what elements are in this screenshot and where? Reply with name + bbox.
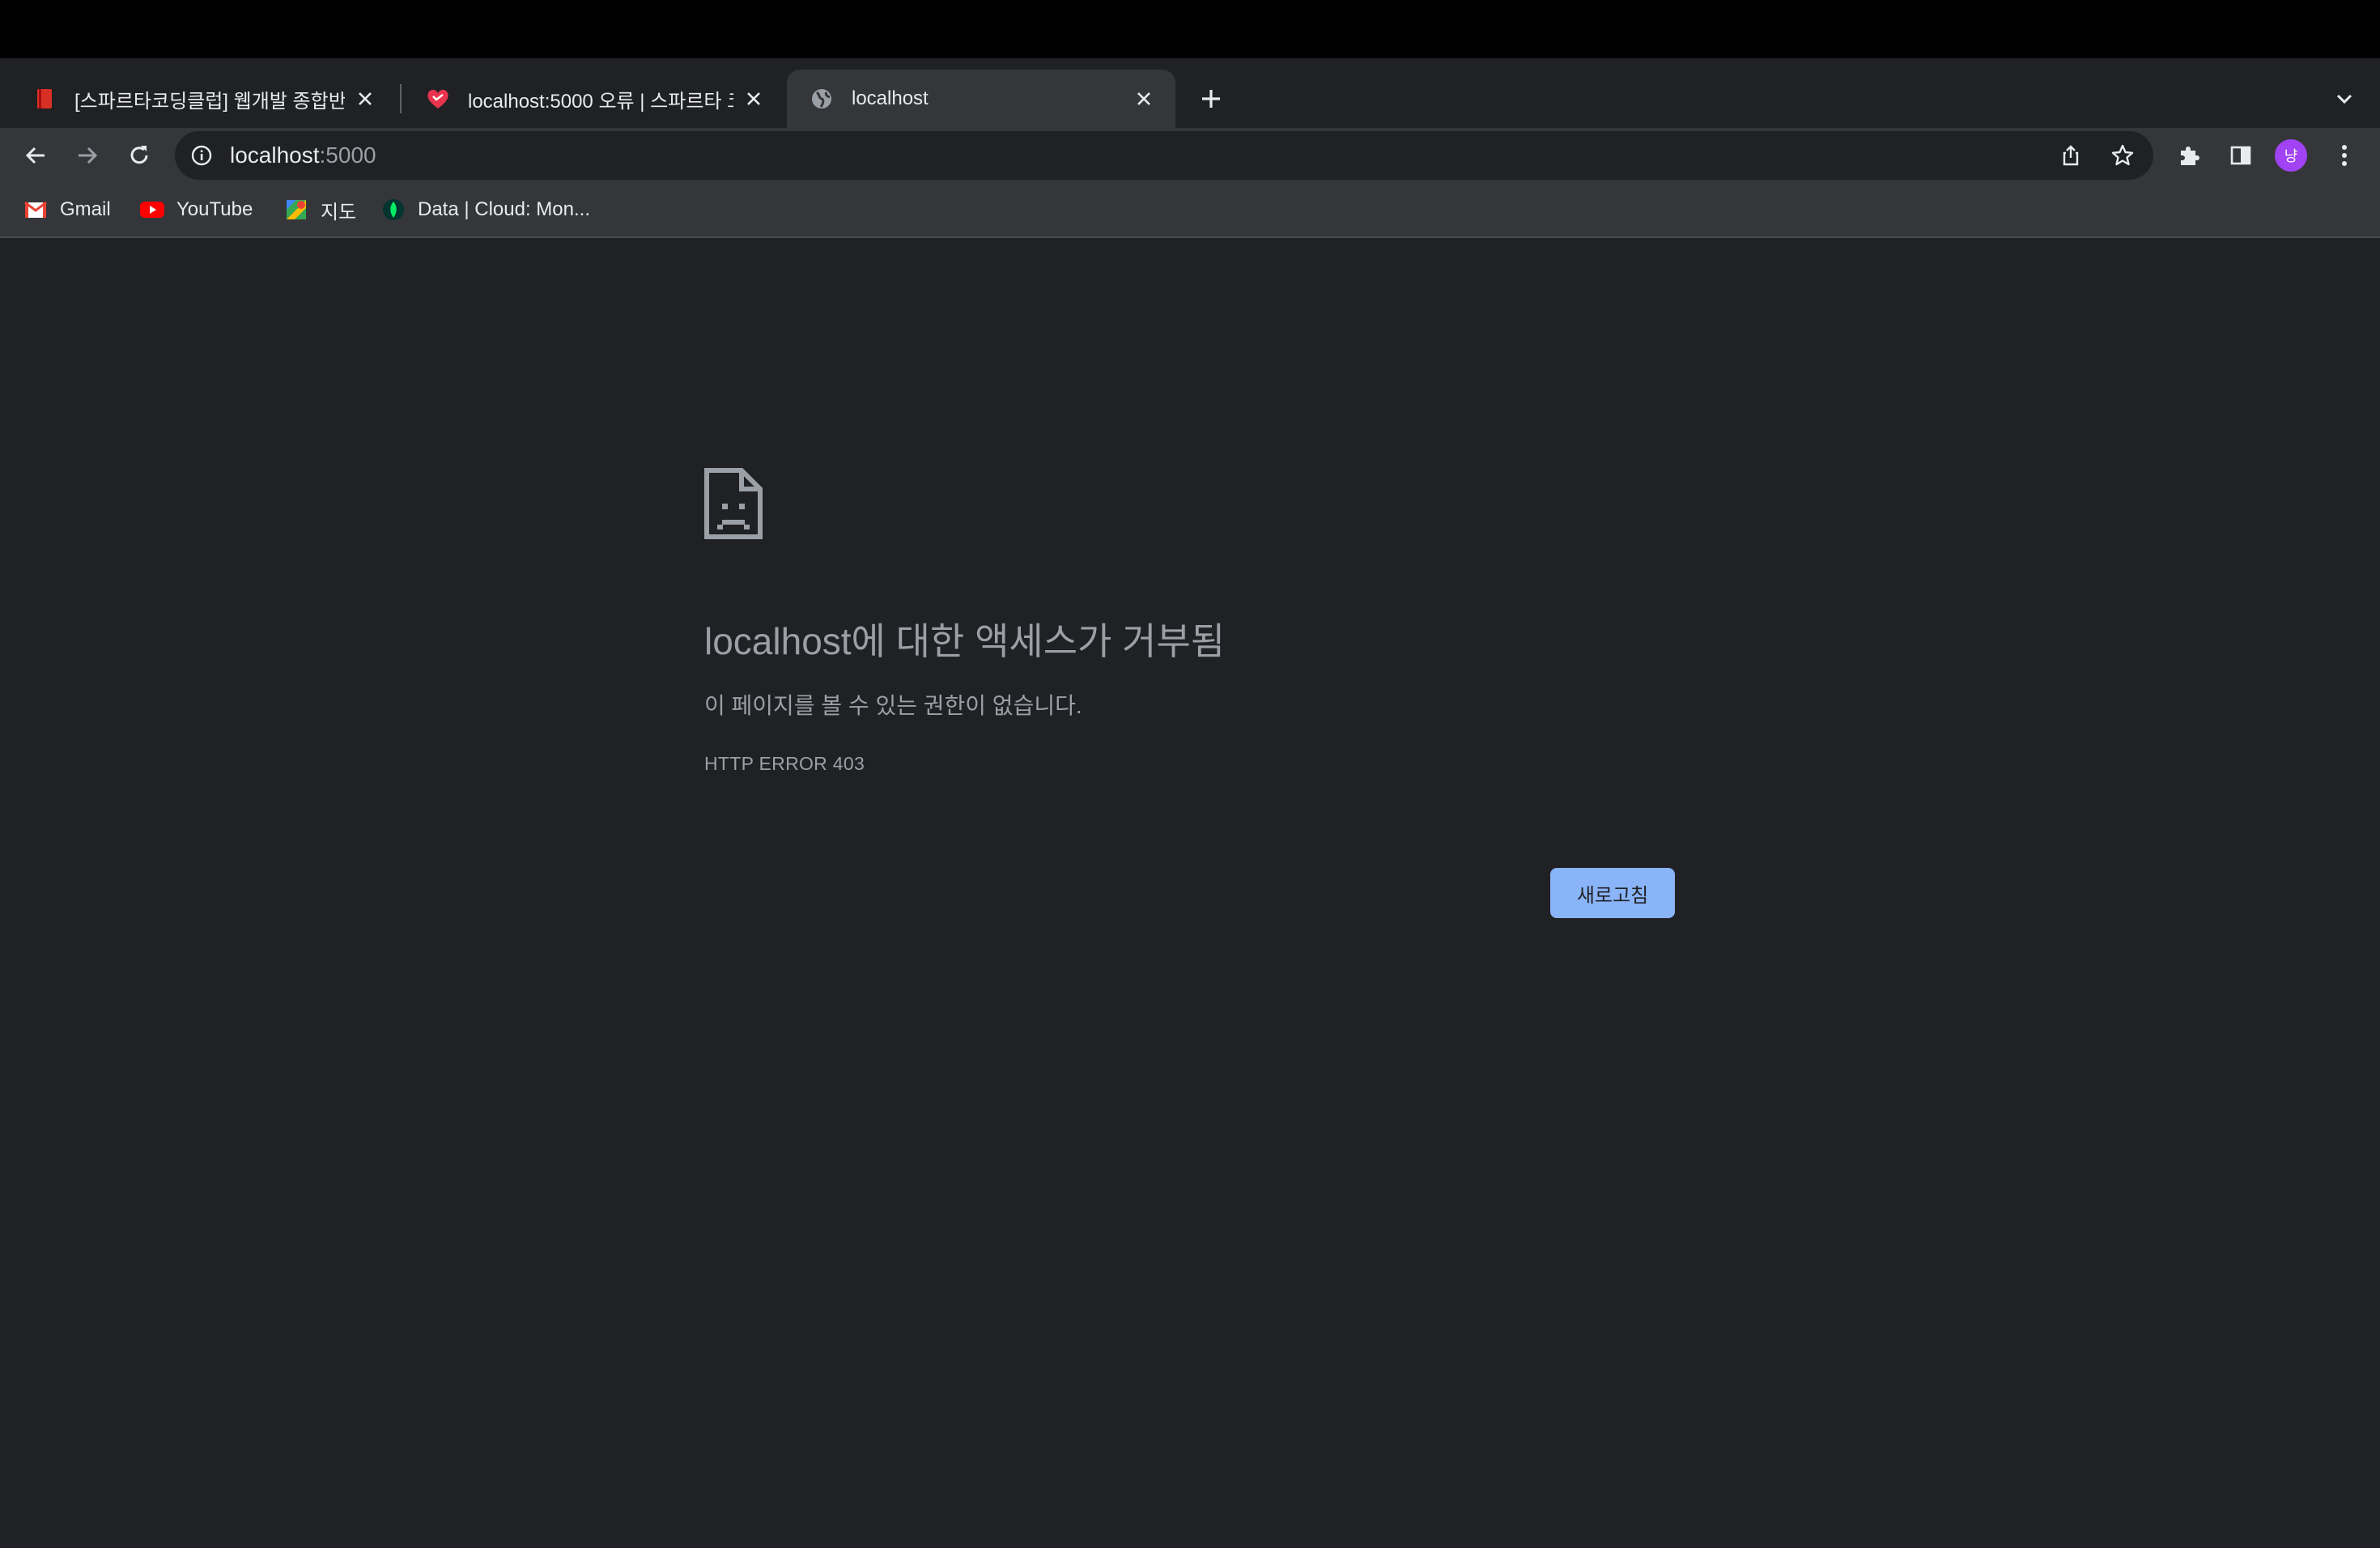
url-port: :5000 xyxy=(319,142,376,168)
extensions-puzzle-icon[interactable] xyxy=(2173,139,2205,172)
side-panel-icon[interactable] xyxy=(2225,139,2257,172)
error-message: 이 페이지를 볼 수 있는 권한이 없습니다. xyxy=(704,693,1082,718)
tab-title: [스파르타코딩클럽] 웹개발 종합반 - xyxy=(74,90,345,113)
browser-toolbar: localhost:5000 냥 xyxy=(0,128,2380,183)
close-icon[interactable] xyxy=(1132,87,1156,111)
bookmark-label: Data | Cloud: Mon... xyxy=(418,198,590,220)
globe-icon xyxy=(810,87,834,111)
more-menu-icon[interactable] xyxy=(2328,139,2361,172)
reload-button[interactable]: 새로고침 xyxy=(1550,868,1675,918)
close-icon[interactable] xyxy=(742,87,766,111)
gmail-icon xyxy=(23,198,49,221)
info-icon[interactable] xyxy=(189,143,214,168)
bookmark-youtube[interactable]: YouTube xyxy=(139,196,253,223)
tab-sparta-course[interactable]: [스파르타코딩클럽] 웹개발 종합반 - xyxy=(10,70,397,128)
bookmarks-bar: Gmail YouTube 지도 Data | Cloud: Mon... xyxy=(0,183,2380,238)
error-code: HTTP ERROR 403 xyxy=(704,753,865,774)
chevron-down-icon[interactable] xyxy=(2328,83,2361,115)
tab-title: localhost:5000 오류 | 스파르타 코 xyxy=(468,90,733,113)
book-icon xyxy=(32,87,57,111)
url-host: localhost xyxy=(230,142,320,168)
url-text[interactable]: localhost:5000 xyxy=(230,143,376,168)
tab-title: localhost xyxy=(852,87,929,109)
tab-divider xyxy=(400,84,402,113)
bookmark-gmail[interactable]: Gmail xyxy=(23,196,111,223)
bookmark-mongodb[interactable]: Data | Cloud: Mon... xyxy=(380,196,590,223)
tab-localhost-error[interactable]: localhost:5000 오류 | 스파르타 코 xyxy=(403,70,785,128)
sparta-heart-icon xyxy=(426,87,450,111)
bookmark-label: YouTube xyxy=(176,198,253,220)
tab-localhost[interactable]: localhost xyxy=(787,70,1175,128)
address-bar[interactable]: localhost:5000 xyxy=(175,131,2153,180)
youtube-icon xyxy=(139,198,165,221)
window-title-bar xyxy=(0,0,2380,58)
sad-document-icon xyxy=(704,468,763,539)
forward-icon[interactable] xyxy=(68,136,107,175)
reload-icon[interactable] xyxy=(120,136,159,175)
share-icon[interactable] xyxy=(2058,142,2084,168)
close-icon[interactable] xyxy=(353,87,377,111)
bookmark-label: Gmail xyxy=(60,198,111,220)
tab-strip: [스파르타코딩클럽] 웹개발 종합반 - localhost:5000 오류 |… xyxy=(0,58,2380,128)
bookmark-label: 지도 xyxy=(321,201,357,223)
bookmark-star-icon[interactable] xyxy=(2110,142,2136,168)
error-heading: localhost에 대한 액세스가 거부됨 xyxy=(704,620,1226,662)
back-icon[interactable] xyxy=(16,136,55,175)
error-page: localhost에 대한 액세스가 거부됨 이 페이지를 볼 수 있는 권한이… xyxy=(0,238,2380,1548)
profile-avatar[interactable]: 냥 xyxy=(2275,139,2307,172)
bookmark-maps[interactable]: 지도 xyxy=(283,196,356,223)
maps-icon xyxy=(283,198,309,221)
mongodb-leaf-icon xyxy=(380,198,406,221)
plus-icon[interactable] xyxy=(1195,83,1227,115)
